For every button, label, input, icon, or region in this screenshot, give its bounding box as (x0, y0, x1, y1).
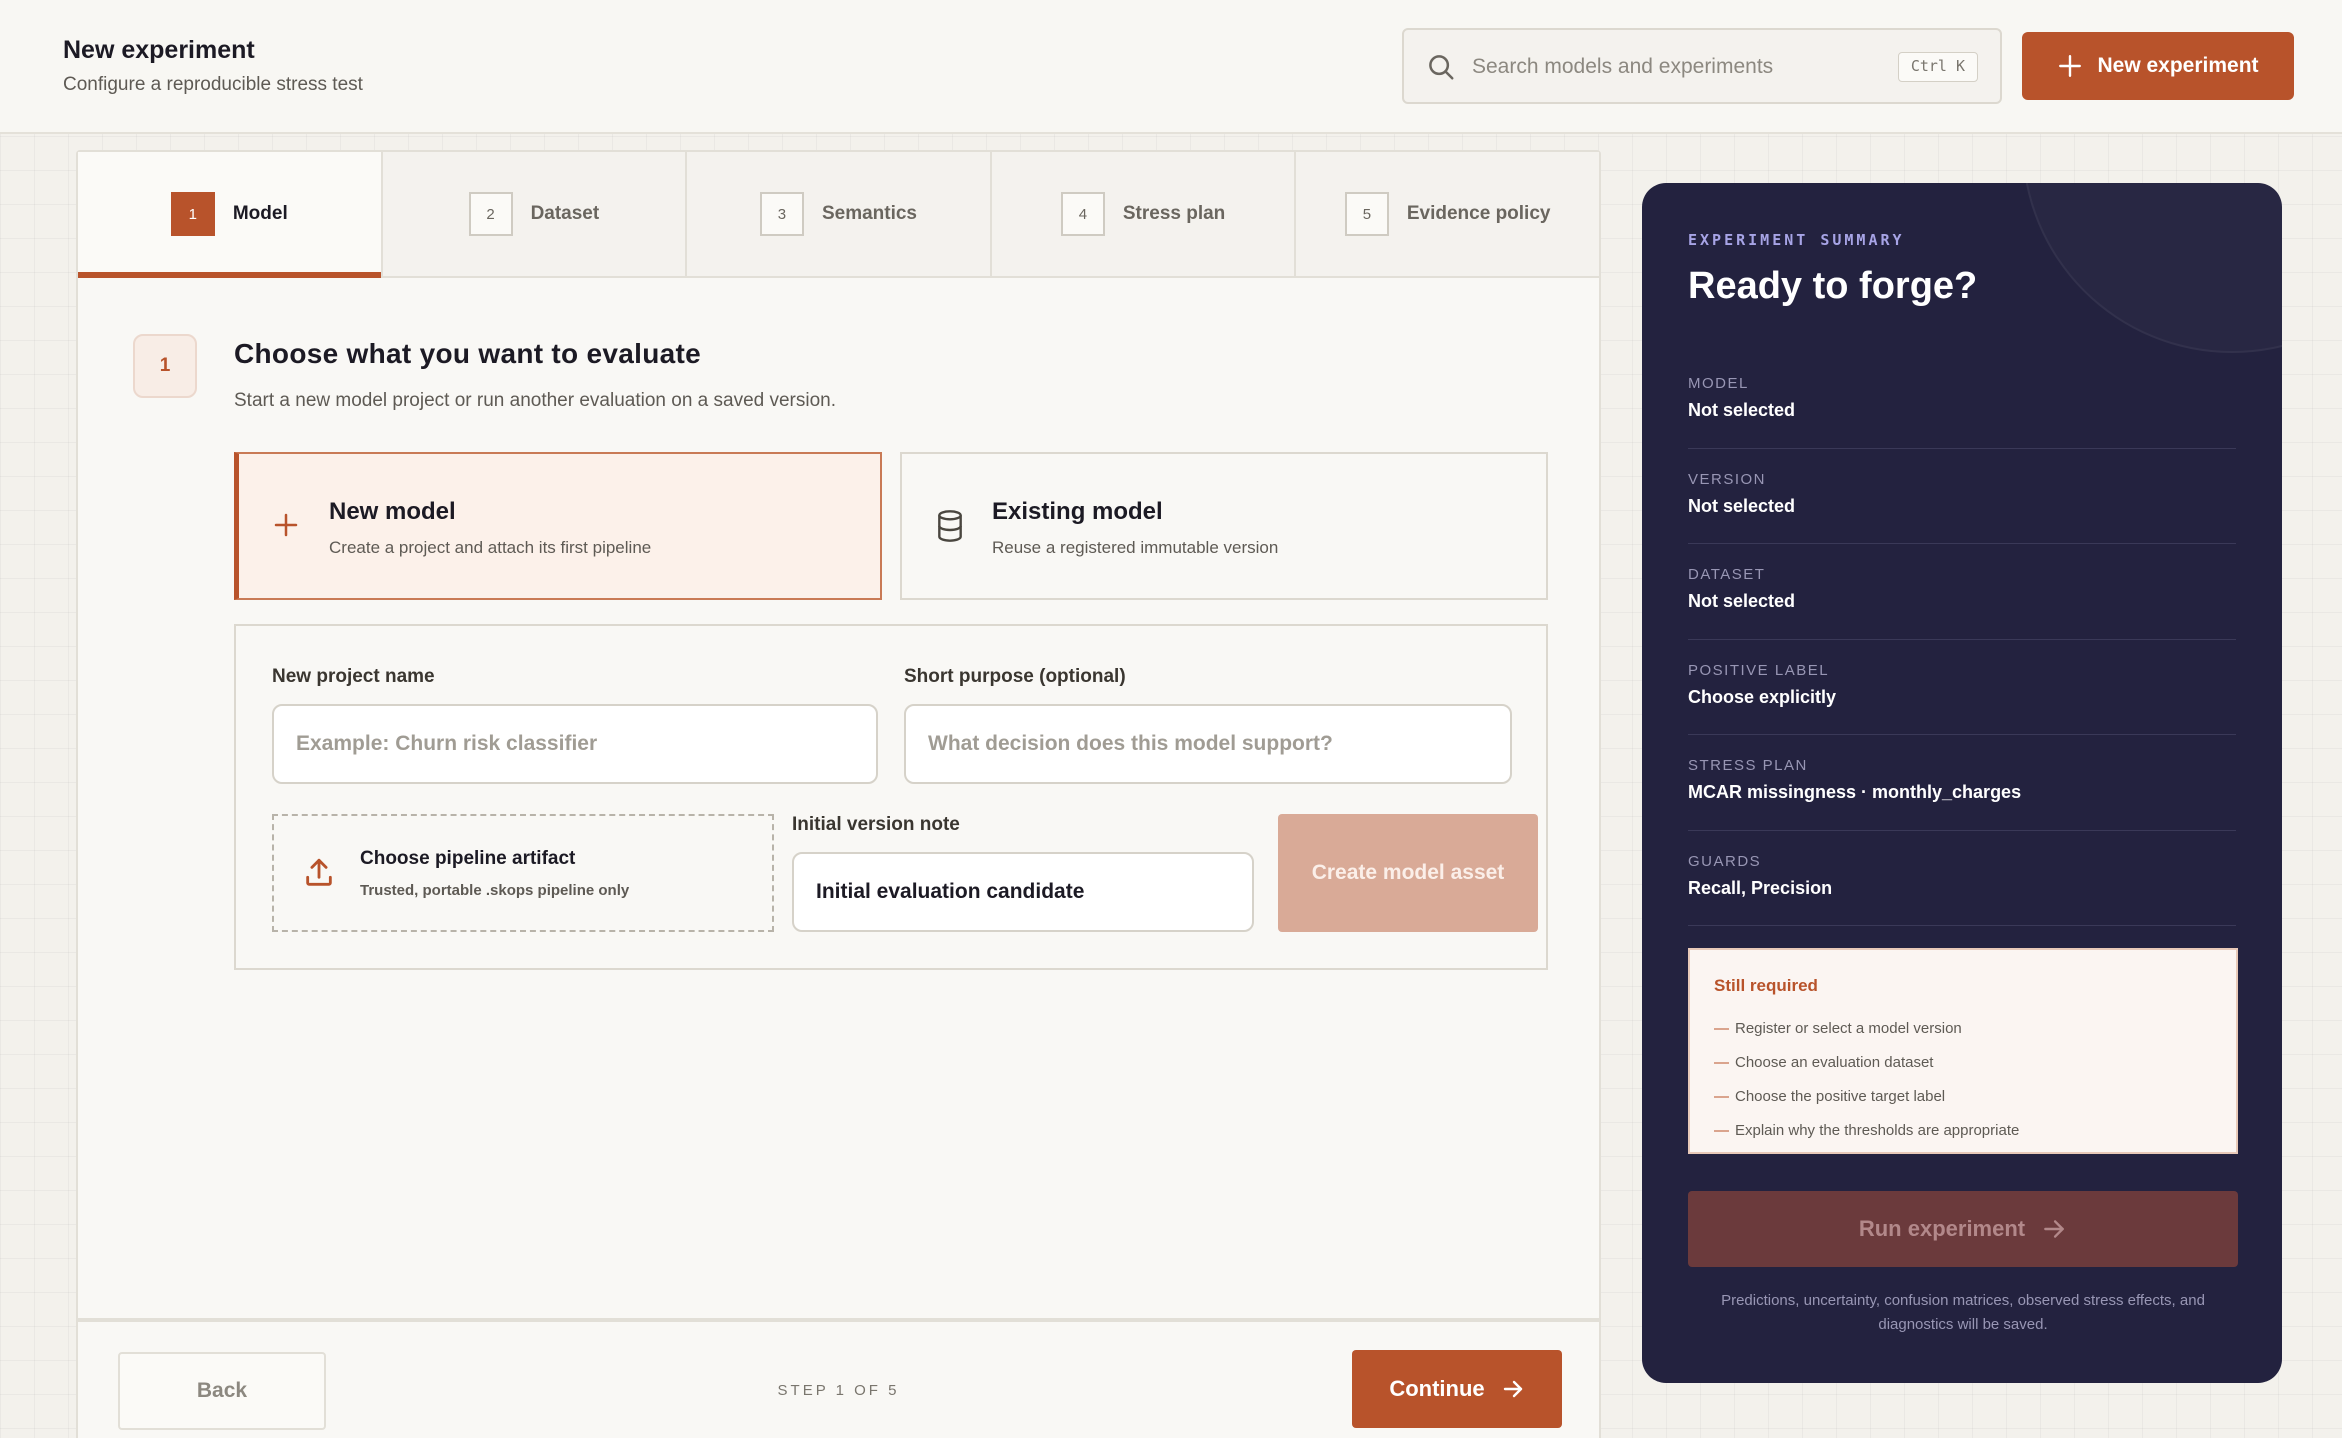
summary-row-stress-plan: STRESS PLAN MCAR missingness · monthly_c… (1688, 735, 2236, 831)
summary-value: Not selected (1688, 495, 1796, 516)
search-icon (1429, 55, 1454, 80)
tab-step-number: 5 (1344, 192, 1389, 236)
tab-step-number: 2 (468, 192, 513, 236)
project-name-label: New project name (272, 666, 435, 687)
tab-step-number: 3 (759, 192, 804, 236)
wizard-steps: 1 Model 2 Dataset 3 Semantics 4 Stress p… (78, 152, 1599, 278)
database-icon (938, 510, 962, 542)
version-note-label: Initial version note (792, 814, 960, 835)
upload-title: Choose pipeline artifact (360, 848, 576, 869)
version-note-input[interactable] (792, 852, 1254, 932)
tab-semantics[interactable]: 3 Semantics (687, 152, 992, 276)
summary-value: Recall, Precision (1688, 877, 1833, 898)
pipeline-artifact-upload[interactable]: Choose pipeline artifact Trusted, portab… (272, 814, 774, 932)
section-subtitle: Start a new model project or run another… (234, 390, 837, 411)
tab-label: Dataset (530, 203, 600, 224)
tab-label: Stress plan (1122, 203, 1226, 224)
list-item: — Choose an evaluation dataset (1714, 1054, 1934, 1071)
tab-step-number: 4 (1060, 192, 1105, 236)
summary-key: VERSION (1688, 470, 1767, 488)
summary-eyebrow: EXPERIMENT SUMMARY (1688, 231, 1905, 249)
wizard-footer: Back STEP 1 OF 5 Continue (78, 1318, 1599, 1438)
plus-icon (2059, 55, 2082, 77)
summary-key: STRESS PLAN (1688, 757, 1808, 774)
top-bar: New experiment Configure a reproducible … (0, 0, 2342, 134)
decorative-circle (2022, 183, 2282, 353)
experiment-wizard-card: 1 Model 2 Dataset 3 Semantics 4 Stress p… (76, 150, 1601, 1438)
upload-icon (306, 858, 332, 886)
section-step-badge: 1 (133, 334, 197, 398)
list-item: — Choose the positive target label (1714, 1088, 1946, 1105)
option-title: Existing model (992, 498, 1163, 525)
tab-label: Semantics (821, 203, 917, 224)
purpose-label: Short purpose (optional) (904, 666, 1126, 687)
summary-key: MODEL (1688, 375, 1749, 392)
tab-dataset[interactable]: 2 Dataset (382, 152, 688, 276)
new-experiment-label: New experiment (2097, 54, 2259, 77)
arrow-right-icon (2044, 1220, 2064, 1238)
list-item: — Register or select a model version (1714, 1020, 1962, 1037)
continue-label: Continue (1389, 1376, 1485, 1401)
tab-label: Model (232, 203, 288, 224)
summary-key: GUARDS (1688, 852, 1762, 870)
summary-row-guards: GUARDS Recall, Precision (1688, 831, 2236, 926)
still-required-title: Still required (1714, 976, 1818, 995)
search-box[interactable]: Ctrl K (1402, 28, 2002, 104)
summary-value: Not selected (1688, 591, 1796, 611)
summary-value: Not selected (1688, 400, 1796, 420)
tab-label: Evidence policy (1406, 203, 1551, 224)
page-subtitle: Configure a reproducible stress test (63, 74, 363, 95)
summary-row-version: VERSION Not selected (1688, 449, 2236, 544)
new-model-option[interactable]: New model Create a project and attach it… (234, 452, 882, 600)
tab-stress-plan[interactable]: 4 Stress plan (991, 152, 1297, 276)
option-description: Create a project and attach its first pi… (329, 538, 652, 557)
option-description: Reuse a registered immutable version (992, 538, 1279, 557)
plus-icon (274, 513, 298, 537)
purpose-input[interactable] (904, 704, 1512, 784)
continue-button[interactable]: Continue (1352, 1350, 1562, 1428)
create-model-asset-button[interactable]: Create model asset (1278, 814, 1538, 932)
summary-value: MCAR missingness · monthly_charges (1688, 782, 2022, 802)
tab-evidence-policy[interactable]: 5 Evidence policy (1296, 152, 1599, 276)
project-name-input[interactable] (272, 704, 878, 784)
still-required-box: Still required — Register or select a mod… (1688, 948, 2238, 1154)
summary-value: Choose explicitly (1688, 686, 1837, 707)
list-item: — Explain why the thresholds are appropri… (1714, 1122, 2020, 1139)
experiment-summary-panel: EXPERIMENT SUMMARY Ready to forge? MODEL… (1642, 183, 2282, 1383)
search-input[interactable] (1472, 48, 1872, 86)
summary-key: DATASET (1688, 566, 1766, 583)
summary-row-model: MODEL Not selected (1688, 353, 2236, 449)
tab-step-number: 1 (170, 192, 215, 236)
existing-model-option[interactable]: Existing model Reuse a registered immuta… (900, 452, 1548, 600)
search-shortcut-hint: Ctrl K (1897, 52, 1978, 82)
summary-row-dataset: DATASET Not selected (1688, 544, 2236, 640)
summary-key: POSITIVE LABEL (1688, 661, 1830, 679)
upload-subtitle: Trusted, portable .skops pipeline only (360, 882, 630, 899)
still-required-list: — Register or select a model version — Cho… (1714, 1012, 2019, 1148)
arrow-right-icon (1503, 1380, 1522, 1398)
summary-title: Ready to forge? (1688, 265, 1978, 307)
new-experiment-button[interactable]: New experiment (2022, 32, 2294, 100)
summary-row-positive-label: POSITIVE LABEL Choose explicitly (1688, 640, 2236, 735)
new-model-form: New project name Short purpose (optional… (234, 624, 1548, 970)
page-title: New experiment (63, 36, 255, 64)
option-title: New model (329, 498, 456, 525)
section-title: Choose what you want to evaluate (234, 338, 702, 369)
run-experiment-button[interactable]: Run experiment (1688, 1191, 2238, 1267)
summary-note: Predictions, uncertainty, confusion matr… (1721, 1292, 2205, 1333)
summary-list: MODEL Not selected VERSION Not selected … (1688, 353, 2236, 926)
tab-model[interactable]: 1 Model (78, 152, 383, 278)
run-experiment-label: Run experiment (1858, 1216, 2026, 1241)
